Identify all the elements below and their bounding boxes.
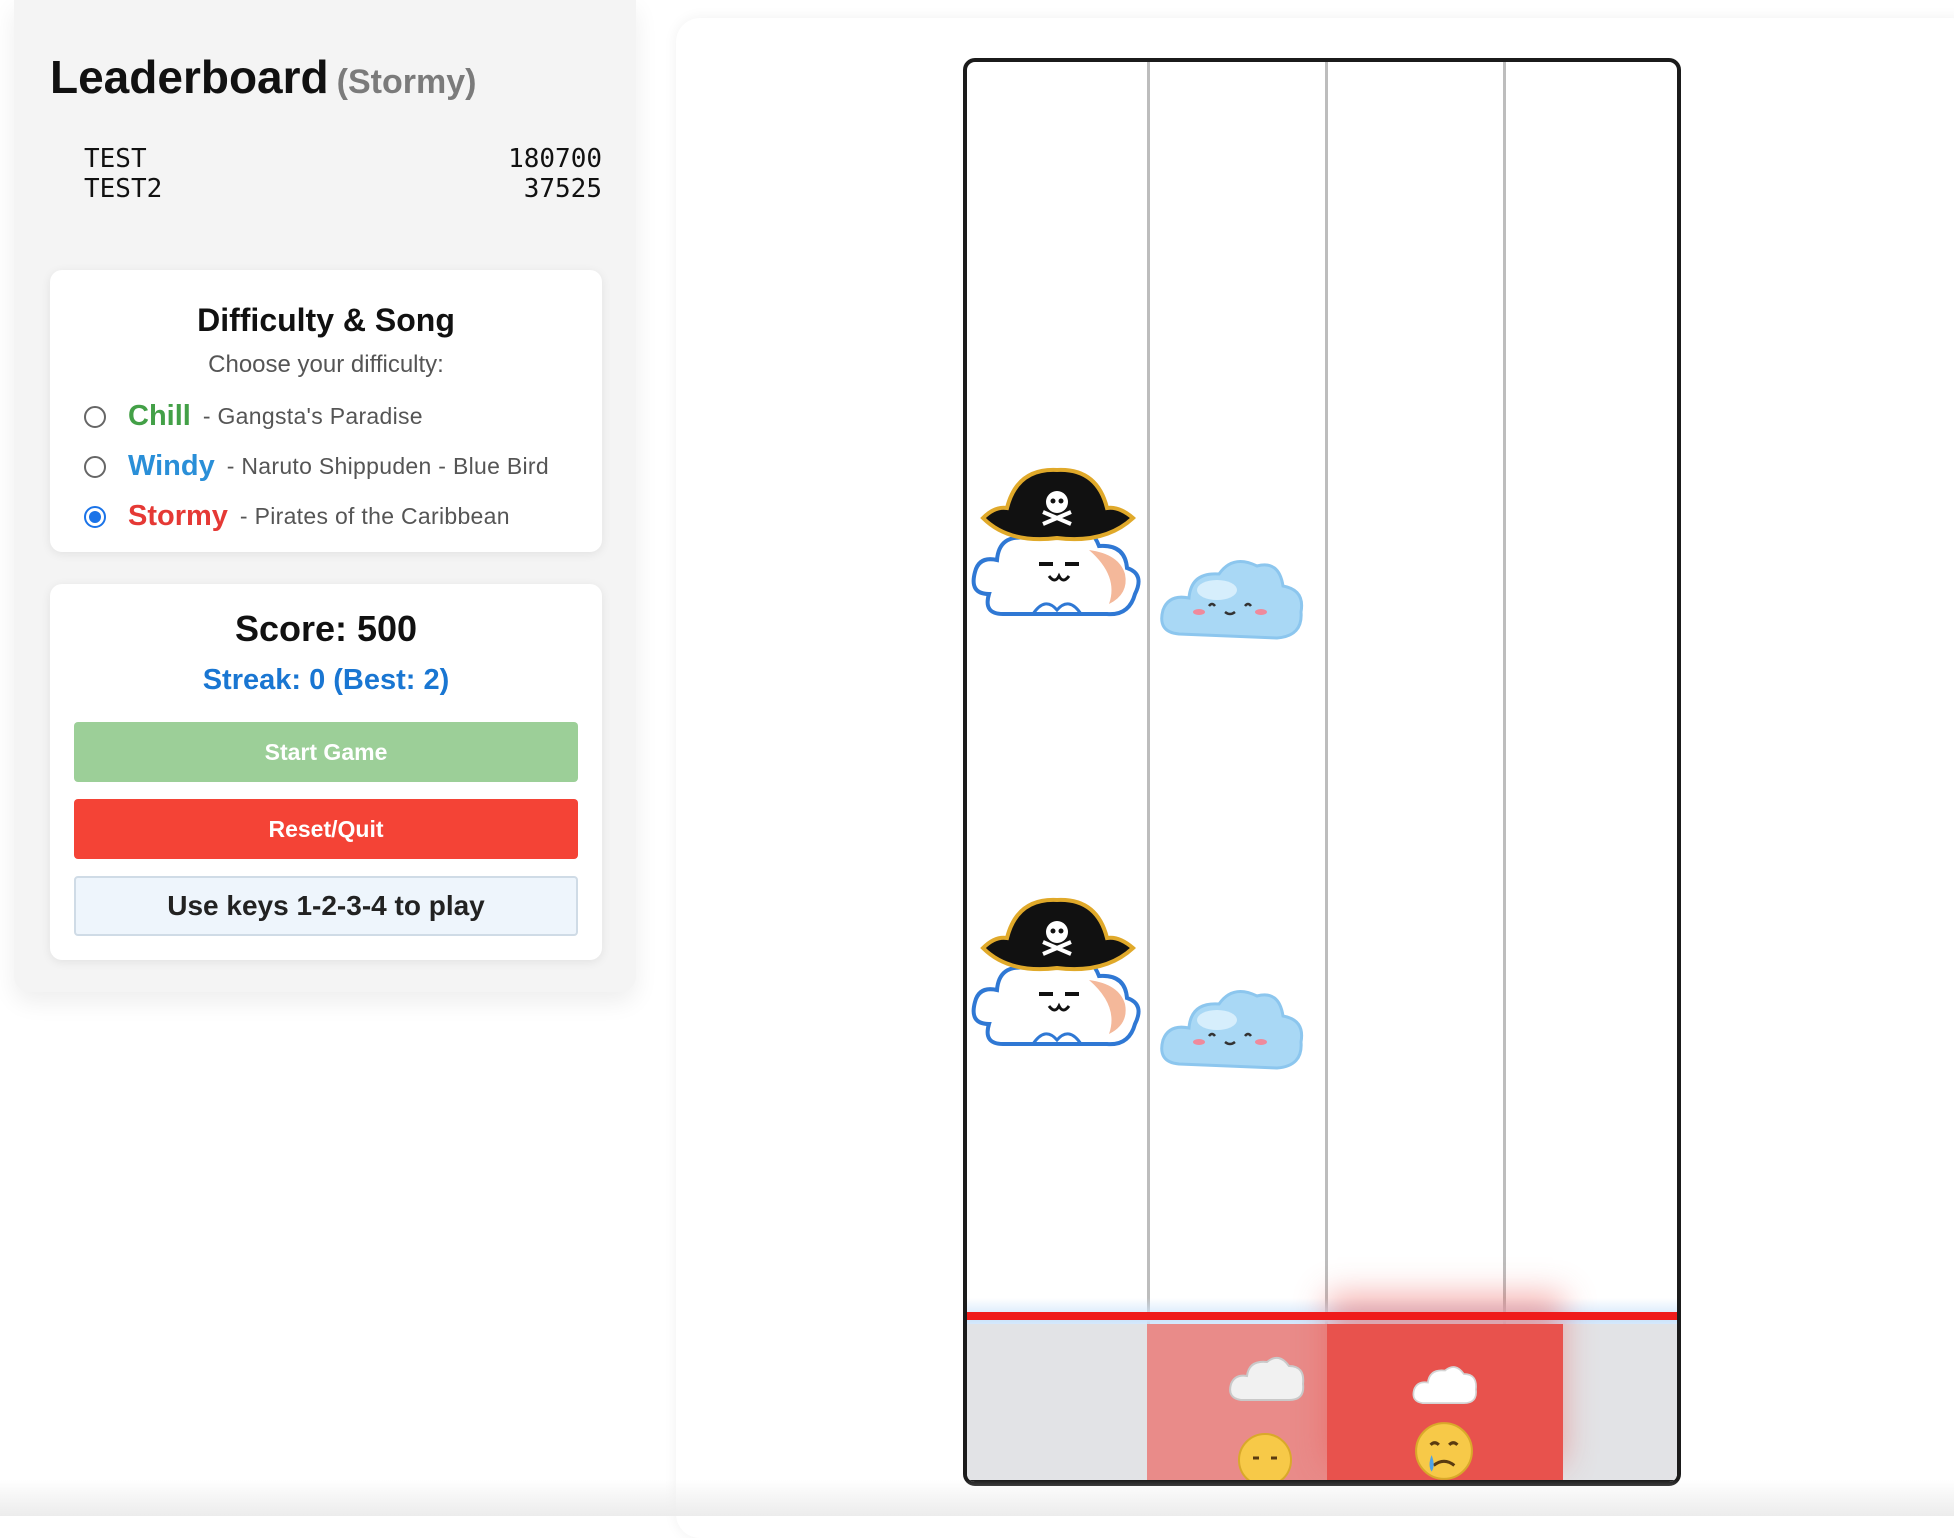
radio-stormy[interactable] xyxy=(84,505,106,528)
page-bottom-shadow xyxy=(0,1480,1954,1516)
cloud-icon xyxy=(1229,1356,1305,1401)
game-board[interactable] xyxy=(963,58,1681,1486)
leaderboard-score: 180700 xyxy=(508,144,602,174)
sidebar: Leaderboard (Stormy) TEST 180700 TEST2 37… xyxy=(14,0,636,992)
crying-face-icon xyxy=(1238,1433,1292,1482)
option-name-chill: Chill xyxy=(128,400,191,432)
option-name-stormy: Stormy xyxy=(128,500,228,532)
difficulty-subtitle: Choose your difficulty: xyxy=(208,351,444,378)
streak-display: Streak: 0 (Best: 2) xyxy=(202,664,450,696)
radio-windy[interactable] xyxy=(84,455,106,478)
radio-chill[interactable] xyxy=(84,405,106,428)
hit-zone xyxy=(967,1324,1677,1482)
hit-line xyxy=(967,1312,1677,1320)
pirate-cloud-icon xyxy=(971,467,1141,617)
lane-divider xyxy=(1147,62,1150,1392)
keys-hint: Use keys 1-2-3-4 to play xyxy=(74,876,578,936)
difficulty-option-chill[interactable]: Chill - Gangsta's Paradise xyxy=(84,400,423,433)
crying-face-icon xyxy=(1415,1422,1473,1480)
score-display: Score: 500 xyxy=(234,608,418,649)
leaderboard-row: TEST 180700 xyxy=(84,144,602,174)
difficulty-option-stormy[interactable]: Stormy - Pirates of the Caribbean xyxy=(84,500,510,533)
lane-divider xyxy=(1325,62,1328,1392)
option-song-windy: - Naruto Shippuden - Blue Bird xyxy=(226,453,549,479)
difficulty-title: Difficulty & Song xyxy=(197,302,455,338)
reset-quit-button[interactable]: Reset/Quit xyxy=(74,799,578,859)
leaderboard-name: TEST2 xyxy=(84,174,163,204)
leaderboard-heading: Leaderboard xyxy=(50,51,329,103)
difficulty-card: Difficulty & Song Choose your difficulty… xyxy=(50,270,602,552)
option-name-windy: Windy xyxy=(128,450,215,482)
leaderboard-row: TEST2 37525 xyxy=(84,174,602,204)
pirate-cloud-icon xyxy=(971,897,1141,1047)
leaderboard-score: 37525 xyxy=(523,174,602,204)
leaderboard-title: Leaderboard (Stormy) xyxy=(50,50,476,104)
option-song-chill: - Gangsta's Paradise xyxy=(202,403,423,429)
cute-cloud-icon xyxy=(1160,560,1304,640)
lane-divider xyxy=(1503,62,1506,1392)
leaderboard-list: TEST 180700 TEST2 37525 xyxy=(84,144,602,204)
score-card: Score: 500 Streak: 0 (Best: 2) Start Gam… xyxy=(50,584,602,960)
leaderboard-difficulty: (Stormy) xyxy=(336,63,477,101)
cute-cloud-icon xyxy=(1160,990,1304,1070)
leaderboard-name: TEST xyxy=(84,144,147,174)
start-game-button[interactable]: Start Game xyxy=(74,722,578,782)
option-song-stormy: - Pirates of the Caribbean xyxy=(239,503,510,529)
difficulty-option-windy[interactable]: Windy - Naruto Shippuden - Blue Bird xyxy=(84,450,549,483)
cloud-icon xyxy=(1412,1366,1477,1404)
